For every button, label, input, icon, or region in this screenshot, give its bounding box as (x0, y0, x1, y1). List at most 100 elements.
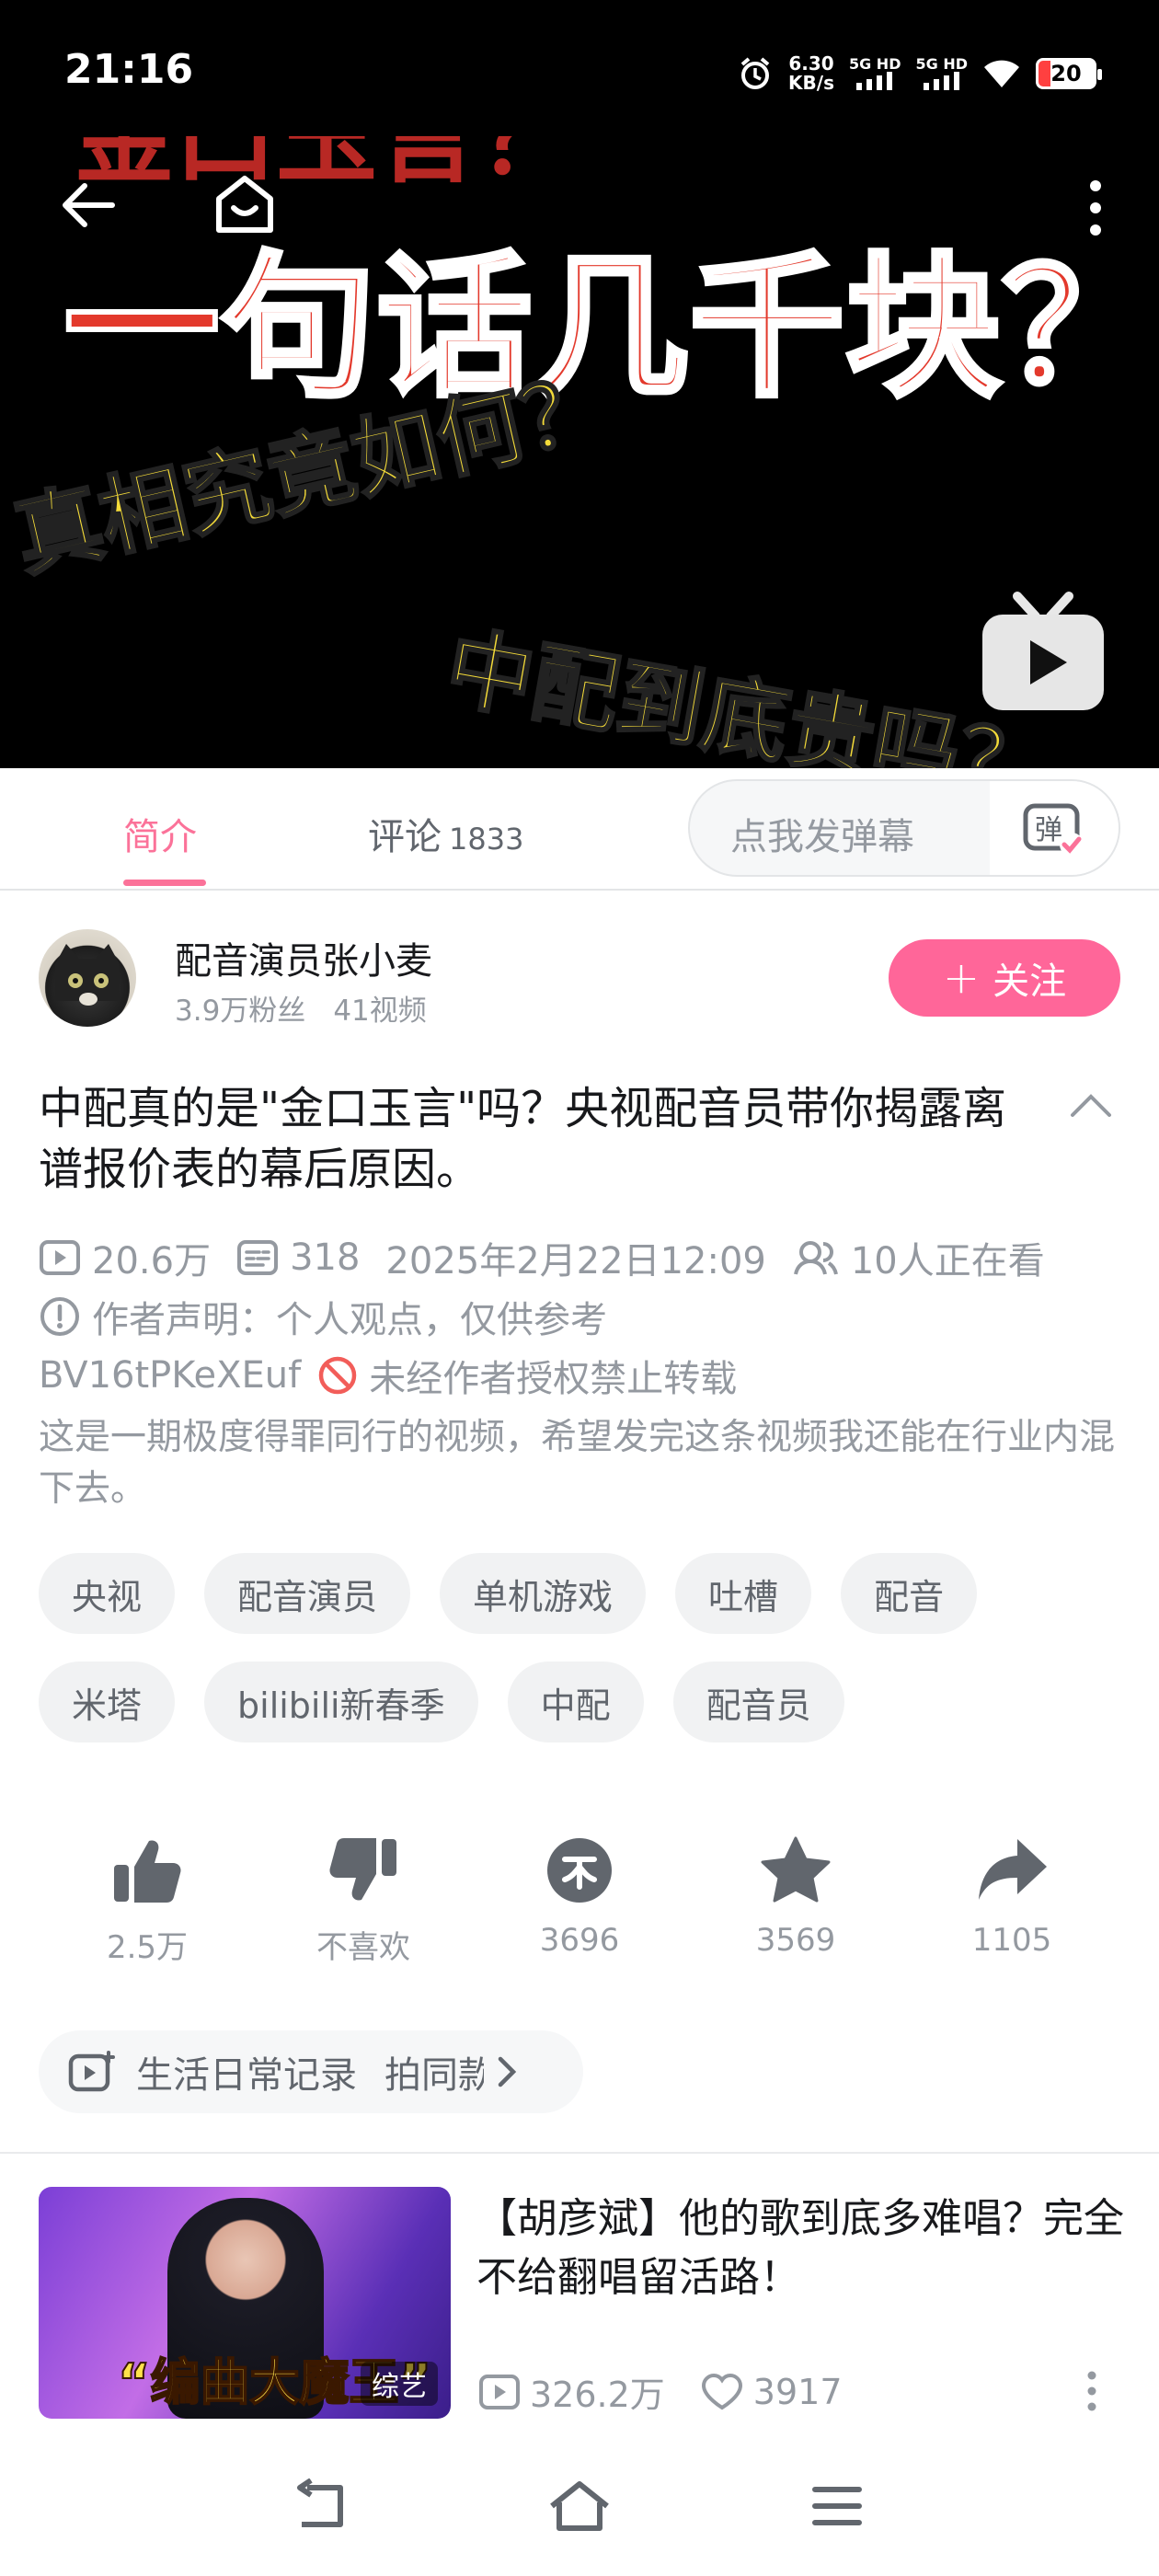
uploader-name[interactable]: 配音演员张小麦 (175, 931, 432, 984)
section-divider (0, 2152, 1159, 2154)
collapse-button[interactable] (1069, 1091, 1113, 1122)
net-speed: 6.30 KB/s (788, 52, 834, 94)
tab-indicator (123, 880, 206, 886)
follow-label: 关注 (993, 960, 1067, 1003)
favorite-button[interactable]: 3569 (704, 1835, 888, 1959)
status-time: 21:16 (64, 46, 194, 93)
topic-label: 生活日常记录 (136, 2054, 357, 2097)
tag-chip[interactable]: 中配 (507, 1662, 644, 1742)
comments-count: 1833 (449, 822, 524, 857)
danmaku-count: 318 (290, 1236, 361, 1279)
tab-comments-label: 评论 (368, 816, 442, 858)
play-count-icon (40, 1240, 80, 1275)
tab-comments[interactable]: 评论 1833 (368, 807, 523, 860)
tag-chip[interactable]: 配音演员 (204, 1553, 411, 1634)
danmaku-count-icon (237, 1240, 279, 1275)
category-badge: 综艺 (361, 2362, 438, 2406)
thumbs-down-icon (329, 1838, 396, 1901)
no-repost-label: 未经作者授权禁止转载 (369, 1358, 738, 1400)
svg-text:弹: 弹 (1035, 814, 1062, 846)
tag-chip[interactable]: bilibili新春季 (204, 1662, 478, 1742)
danmaku-input[interactable]: 点我发弹幕 弹 (688, 779, 1120, 877)
thumbs-up-icon (114, 1840, 181, 1903)
home-button[interactable] (212, 171, 278, 241)
like-button[interactable]: 2.5万 (55, 1835, 239, 1967)
no-repost-icon (318, 1356, 357, 1395)
view-count: 20.6万 (92, 1240, 212, 1282)
wifi-icon (984, 60, 1019, 87)
video-count: 41视频 (333, 995, 427, 1028)
dislike-button[interactable]: 不喜欢 (271, 1835, 455, 1967)
tag-chip[interactable]: 配音 (841, 1553, 978, 1634)
system-home-button[interactable] (546, 2478, 613, 2537)
share-button[interactable]: 1105 (920, 1835, 1104, 1959)
bvid: BV16tPKeXEuf (39, 1354, 302, 1397)
tab-intro[interactable]: 简介 (123, 807, 197, 860)
fans-count: 3.9万粉丝 (175, 995, 306, 1028)
dislike-label: 不喜欢 (316, 1929, 410, 1966)
favorite-count: 3569 (755, 1922, 836, 1959)
watching-count: 10人正在看 (850, 1240, 1045, 1282)
tab-bar: 简介 评论 1833 点我发弹幕 弹 (0, 768, 1159, 891)
video-title: 中配真的是"金口玉言"吗？央视配音员带你揭露离谱报价表的幕后原因。 (39, 1083, 1007, 1195)
back-icon (297, 2478, 343, 2527)
system-navigation-bar (0, 2447, 1159, 2576)
heart-icon (701, 2373, 742, 2409)
more-vertical-icon (1090, 180, 1101, 236)
coin-count: 3696 (539, 1922, 620, 1959)
follow-button[interactable]: + 关注 (889, 939, 1120, 1017)
recommended-views: 326.2万 (530, 2375, 665, 2415)
info-circle-icon (40, 1297, 79, 1336)
play-button[interactable] (977, 589, 1109, 714)
signal-icon-2: 5G HD (915, 57, 968, 90)
tag-chip[interactable]: 米塔 (39, 1662, 176, 1742)
coin-icon (547, 1838, 612, 1903)
like-count: 2.5万 (106, 1929, 189, 1966)
cover-text-question-2: 中配到底贵吗？ (438, 616, 1054, 768)
system-back-button[interactable] (291, 2478, 351, 2537)
topic-video-icon (68, 2051, 115, 2092)
uploader-stats: 3.9万粉丝 41视频 (175, 987, 427, 1029)
video-player[interactable]: 金口玉言？ 一句话几千块？ 真相究竟如何？ 中配到底贵吗？ 21:16 6.30… (0, 0, 1159, 768)
topic-chip[interactable]: 生活日常记录 拍同款 (39, 2030, 583, 2113)
author-statement-row: 作者声明：个人观点，仅供参考 (39, 1290, 607, 1343)
tag-chip[interactable]: 吐槽 (675, 1553, 812, 1634)
recommended-title[interactable]: 【胡彦斌】他的歌到底多难唱？完全不给翻唱留活路！ (476, 2190, 1130, 2307)
play-count-icon (479, 2374, 520, 2409)
tag-list: 央视 配音演员 单机游戏 吐槽 配音 米塔 bilibili新春季 中配 配音员 (39, 1553, 1142, 1742)
video-description: 这是一期极度得罪同行的视频，希望发完这条视频我还能在行业内混下去。 (39, 1417, 1116, 1510)
tag-chip[interactable]: 央视 (39, 1553, 176, 1634)
danmaku-placeholder: 点我发弹幕 (730, 816, 914, 858)
chevron-up-icon (1071, 1094, 1111, 1117)
danmaku-toggle-button[interactable]: 弹 (990, 781, 1119, 875)
coin-button[interactable]: 3696 (488, 1835, 671, 1959)
tag-chip[interactable]: 配音员 (672, 1662, 844, 1742)
home-tv-icon (216, 176, 273, 233)
battery-icon: 20 (1036, 58, 1102, 89)
plus-icon: + (942, 952, 981, 1004)
video-stats-row: 20.6万 318 2025年2月22日12:09 10人正在看 (39, 1231, 1045, 1284)
more-vertical-icon (1087, 2371, 1096, 2411)
status-bar: 21:16 6.30 KB/s 5G HD 5G HD 20 (0, 0, 1159, 138)
watching-people-icon (793, 1241, 838, 1275)
menu-icon (812, 2487, 862, 2525)
recommended-thumbnail[interactable]: “编曲大魔王” 综艺 (39, 2187, 451, 2419)
action-bar: 2.5万 不喜欢 3696 3569 1105 (0, 1835, 1159, 1983)
home-icon (550, 2481, 609, 2531)
back-button[interactable] (57, 175, 118, 239)
recommended-likes: 3917 (752, 2371, 843, 2412)
system-menu-button[interactable] (809, 2478, 865, 2537)
share-arrow-icon (979, 1839, 1047, 1900)
topic-secondary: 拍同款 (384, 2054, 484, 2097)
chevron-right-icon (498, 2056, 517, 2087)
more-button[interactable] (1082, 178, 1109, 241)
signal-icon: 5G HD (849, 57, 901, 90)
tag-chip[interactable]: 单机游戏 (440, 1553, 647, 1634)
share-count: 1105 (971, 1922, 1052, 1959)
recommended-more-button[interactable] (1084, 2370, 1100, 2416)
danmaku-on-icon: 弹 (1023, 803, 1084, 857)
recommended-meta: 326.2万 3917 (478, 2366, 843, 2417)
bilibili-tv-play-icon (982, 592, 1104, 710)
alarm-icon (740, 57, 770, 89)
avatar[interactable] (39, 929, 136, 1027)
